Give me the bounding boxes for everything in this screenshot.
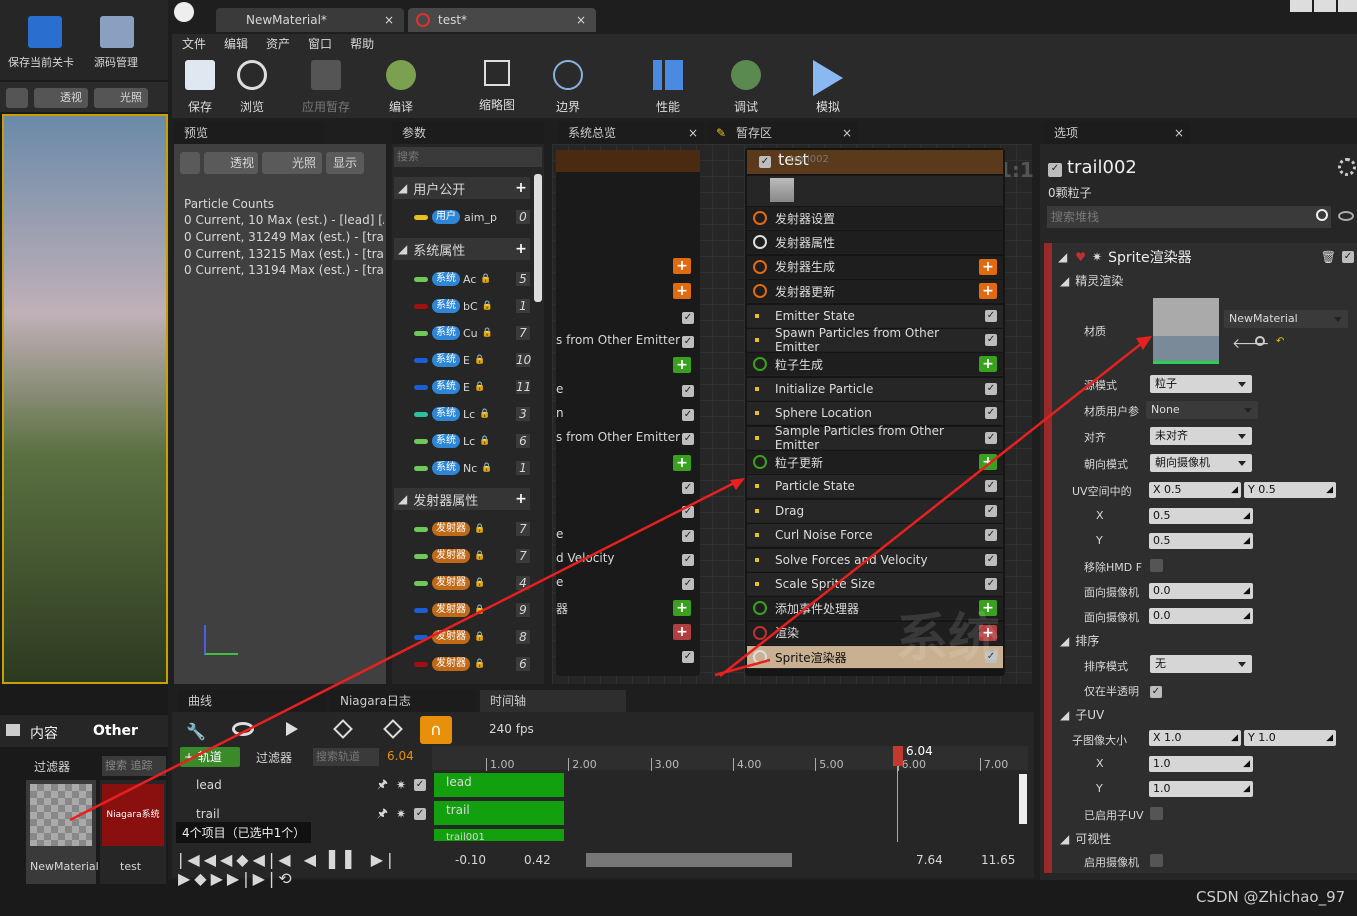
arrow-line	[69, 478, 741, 822]
arrow-line	[719, 339, 1147, 677]
csdn-watermark: CSDN @Zhichao_97	[1196, 888, 1346, 906]
arrow-head	[1136, 336, 1152, 350]
annotation-arrows	[69, 336, 1152, 822]
arrow-line	[714, 658, 771, 677]
